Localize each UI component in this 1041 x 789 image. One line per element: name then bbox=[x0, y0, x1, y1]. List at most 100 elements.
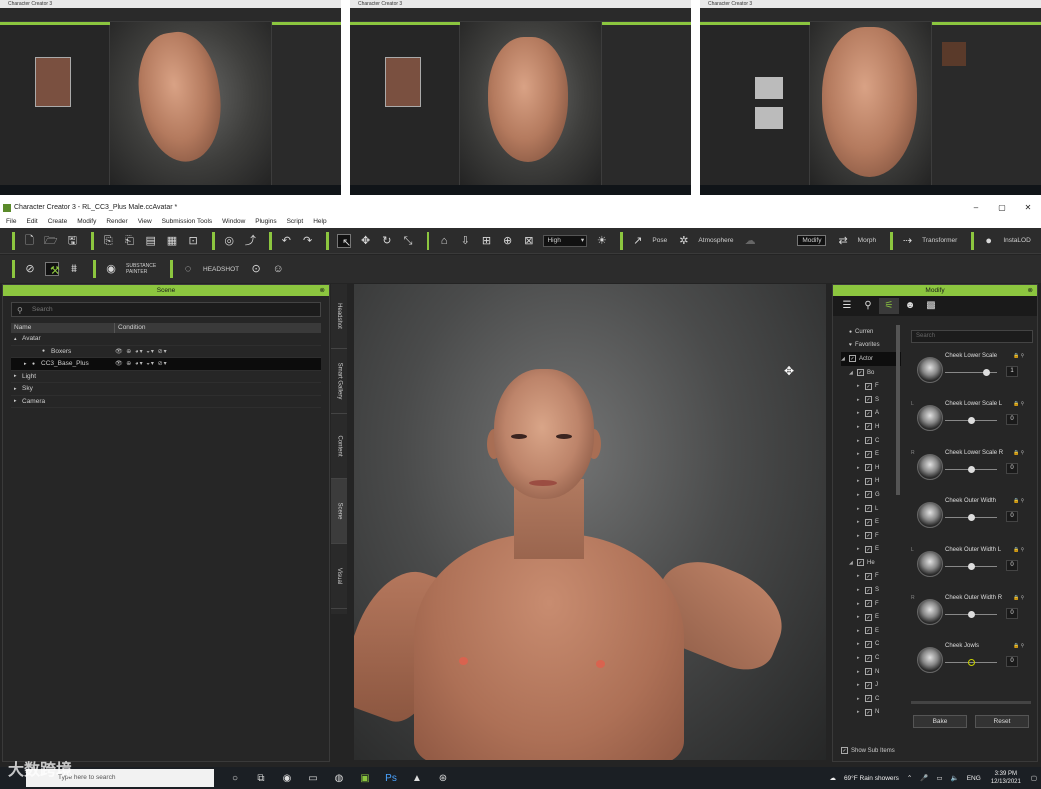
clock[interactable]: 3:39 PM 12/13/2021 bbox=[991, 770, 1021, 786]
morph-tree-item[interactable]: ▸ ✓ E bbox=[841, 610, 901, 624]
instalod-button[interactable]: InstaLOD bbox=[1003, 237, 1030, 244]
expand-arrow-icon[interactable]: ▸ bbox=[14, 398, 22, 404]
morph-tree-item[interactable]: ◢ ✓ Actor bbox=[841, 352, 901, 366]
scale-icon[interactable]: ⤡ bbox=[401, 234, 414, 248]
expand-arrow-icon[interactable]: ◢ bbox=[841, 356, 849, 362]
morph-tree-item[interactable]: ▸ ✓ N bbox=[841, 706, 901, 720]
expand-arrow-icon[interactable]: ▸ bbox=[857, 628, 865, 634]
morph-button[interactable]: Morph bbox=[858, 237, 876, 244]
open-folder-icon[interactable]: 🗁 bbox=[44, 234, 58, 248]
expand-arrow-icon[interactable]: ▸ bbox=[857, 397, 865, 403]
scene-tree-row[interactable]: ▸ Camera bbox=[11, 396, 321, 408]
show-sub-items-checkbox[interactable]: ✓ Show Sub Items bbox=[841, 747, 895, 754]
morph-tree-item[interactable]: ▸ ✓ E bbox=[841, 515, 901, 529]
photos-icon[interactable]: ▲ bbox=[404, 773, 430, 784]
scene-tree-row[interactable]: ▸ Sky bbox=[11, 383, 321, 396]
scene-tree-row[interactable]: ▸ Light bbox=[11, 371, 321, 383]
morph-tree-item[interactable]: ▸ ✓ C bbox=[841, 692, 901, 706]
reset-button[interactable]: Reset bbox=[975, 715, 1029, 728]
morph-tree-item[interactable]: ◢ ✓ He bbox=[841, 556, 901, 570]
morph-tree-item[interactable]: ▸ ✓ H bbox=[841, 420, 901, 434]
menu-create[interactable]: Create bbox=[48, 216, 68, 228]
expand-arrow-icon[interactable]: ▸ bbox=[24, 361, 32, 367]
slider-value-input[interactable]: 0 bbox=[1006, 511, 1018, 523]
export-fbx-icon[interactable]: ▤ bbox=[144, 234, 157, 248]
morph-tree-item[interactable]: ▸ ✓ E bbox=[841, 447, 901, 461]
language-indicator[interactable]: ENG bbox=[967, 775, 981, 782]
home-view-icon[interactable]: ⌂ bbox=[437, 234, 450, 248]
morph-tree-item[interactable]: ▸ ✓ F bbox=[841, 597, 901, 611]
menu-file[interactable]: File bbox=[6, 216, 16, 228]
new-file-icon[interactable]: 🗋 bbox=[23, 234, 36, 248]
scene-tree-row[interactable]: ● Boxers 👁 ⊕ ◕▾ ◒▾ ⊘▾ bbox=[11, 346, 321, 358]
morph-tree-item[interactable]: ▸ ✓ S bbox=[841, 583, 901, 597]
3d-viewport[interactable]: ✥ bbox=[354, 284, 826, 760]
import-icon[interactable]: ⎘ bbox=[102, 234, 115, 248]
morph-search-input[interactable]: Search bbox=[911, 330, 1033, 343]
expand-arrow-icon[interactable]: ▸ bbox=[857, 682, 865, 688]
column-name[interactable]: Name bbox=[11, 323, 115, 333]
morph-tree-item[interactable]: ◢ ✓ Bo bbox=[841, 366, 901, 380]
bake-button[interactable]: Bake bbox=[913, 715, 967, 728]
slider-options-icon[interactable]: 🔒 ⚲ bbox=[1013, 643, 1024, 649]
headshot-icon[interactable]: ◌ bbox=[181, 262, 195, 276]
headshot-button[interactable]: HEADSHOT bbox=[203, 266, 239, 273]
thumbnail-1[interactable]: Character Creator 3 bbox=[0, 0, 341, 195]
slider-value-input[interactable]: 0 bbox=[1006, 462, 1018, 474]
notifications-icon[interactable]: ▢ bbox=[1031, 774, 1037, 782]
transformer-icon[interactable]: ⇢ bbox=[901, 234, 914, 248]
zoom-icon[interactable]: ⊞ bbox=[480, 234, 493, 248]
side-tab-content[interactable]: Content bbox=[331, 414, 347, 479]
slider-handle[interactable] bbox=[967, 417, 975, 425]
minimize-button[interactable]: – bbox=[963, 200, 989, 216]
menu-window[interactable]: Window bbox=[222, 216, 245, 228]
frame-icon[interactable]: ⊕ bbox=[501, 234, 514, 248]
send-icon[interactable]: ⊡ bbox=[187, 234, 200, 248]
expand-arrow-icon[interactable]: ▸ bbox=[857, 478, 865, 484]
headshot-photo-icon[interactable]: ⊙ bbox=[249, 262, 263, 276]
expand-arrow-icon[interactable]: ▸ bbox=[857, 709, 865, 715]
slider-value-input[interactable]: 0 bbox=[1006, 559, 1018, 571]
expand-arrow-icon[interactable]: ▸ bbox=[857, 655, 865, 661]
menu-help[interactable]: Help bbox=[313, 216, 326, 228]
expand-arrow-icon[interactable]: ▸ bbox=[857, 451, 865, 457]
tab-motion-icon[interactable]: ⚲ bbox=[858, 298, 878, 314]
content-icon[interactable]: ☁ bbox=[743, 234, 756, 248]
undo-icon[interactable]: ↶ bbox=[280, 234, 293, 248]
move-icon[interactable]: ✥ bbox=[359, 234, 372, 248]
menu-submission-tools[interactable]: Submission Tools bbox=[162, 216, 212, 228]
menu-view[interactable]: View bbox=[138, 216, 152, 228]
expand-arrow-icon[interactable]: ▸ bbox=[857, 506, 865, 512]
slider-value-input[interactable]: 1 bbox=[1006, 366, 1018, 377]
horizontal-scrollbar[interactable] bbox=[911, 701, 1031, 704]
morph-tree-item[interactable]: ▸ ✓ F bbox=[841, 570, 901, 584]
morph-tree-item[interactable]: ● Curren bbox=[841, 325, 901, 339]
bone-tool-icon[interactable]: ⊘ bbox=[23, 262, 37, 276]
morph-tree-item[interactable]: ▸ ✓ H bbox=[841, 461, 901, 475]
light-icon[interactable]: ☀ bbox=[595, 234, 608, 248]
expand-arrow-icon[interactable]: ▸ bbox=[857, 465, 865, 471]
chrome-icon[interactable]: ◉ bbox=[274, 773, 300, 784]
expand-arrow-icon[interactable]: ▸ bbox=[857, 519, 865, 525]
slider-handle[interactable] bbox=[983, 369, 991, 376]
expand-arrow-icon[interactable]: ▸ bbox=[857, 587, 865, 593]
morph-icon[interactable]: ⇄ bbox=[836, 234, 849, 248]
scene-search-input[interactable]: ⚲ Search bbox=[11, 302, 321, 317]
save-icon[interactable]: 🖫 bbox=[66, 234, 79, 248]
expand-arrow-icon[interactable]: ▸ bbox=[857, 601, 865, 607]
unity-icon[interactable]: ⊛ bbox=[430, 773, 456, 784]
cortana-icon[interactable]: ○ bbox=[222, 773, 248, 784]
expand-arrow-icon[interactable]: ◢ bbox=[849, 370, 857, 376]
column-condition[interactable]: Condition bbox=[115, 323, 145, 333]
morph-tree-item[interactable]: ▸ ✓ A bbox=[841, 407, 901, 421]
slider-handle[interactable] bbox=[967, 562, 975, 570]
tab-morph-icon[interactable]: ⚟ bbox=[879, 298, 899, 314]
slider-options-icon[interactable]: 🔒 ⚲ bbox=[1013, 595, 1024, 601]
side-tab-visual[interactable]: Visual bbox=[331, 544, 347, 609]
pose-icon[interactable]: ↗ bbox=[631, 234, 644, 248]
expand-arrow-icon[interactable]: ▸ bbox=[857, 696, 865, 702]
instalod-icon[interactable]: ● bbox=[982, 234, 995, 248]
quality-select[interactable]: High bbox=[543, 234, 588, 247]
expand-arrow-icon[interactable]: ◢ bbox=[849, 560, 857, 566]
condition-icons[interactable]: 👁 ⊕ ◕▾ ◒▾ ⊘▾ bbox=[115, 360, 168, 367]
